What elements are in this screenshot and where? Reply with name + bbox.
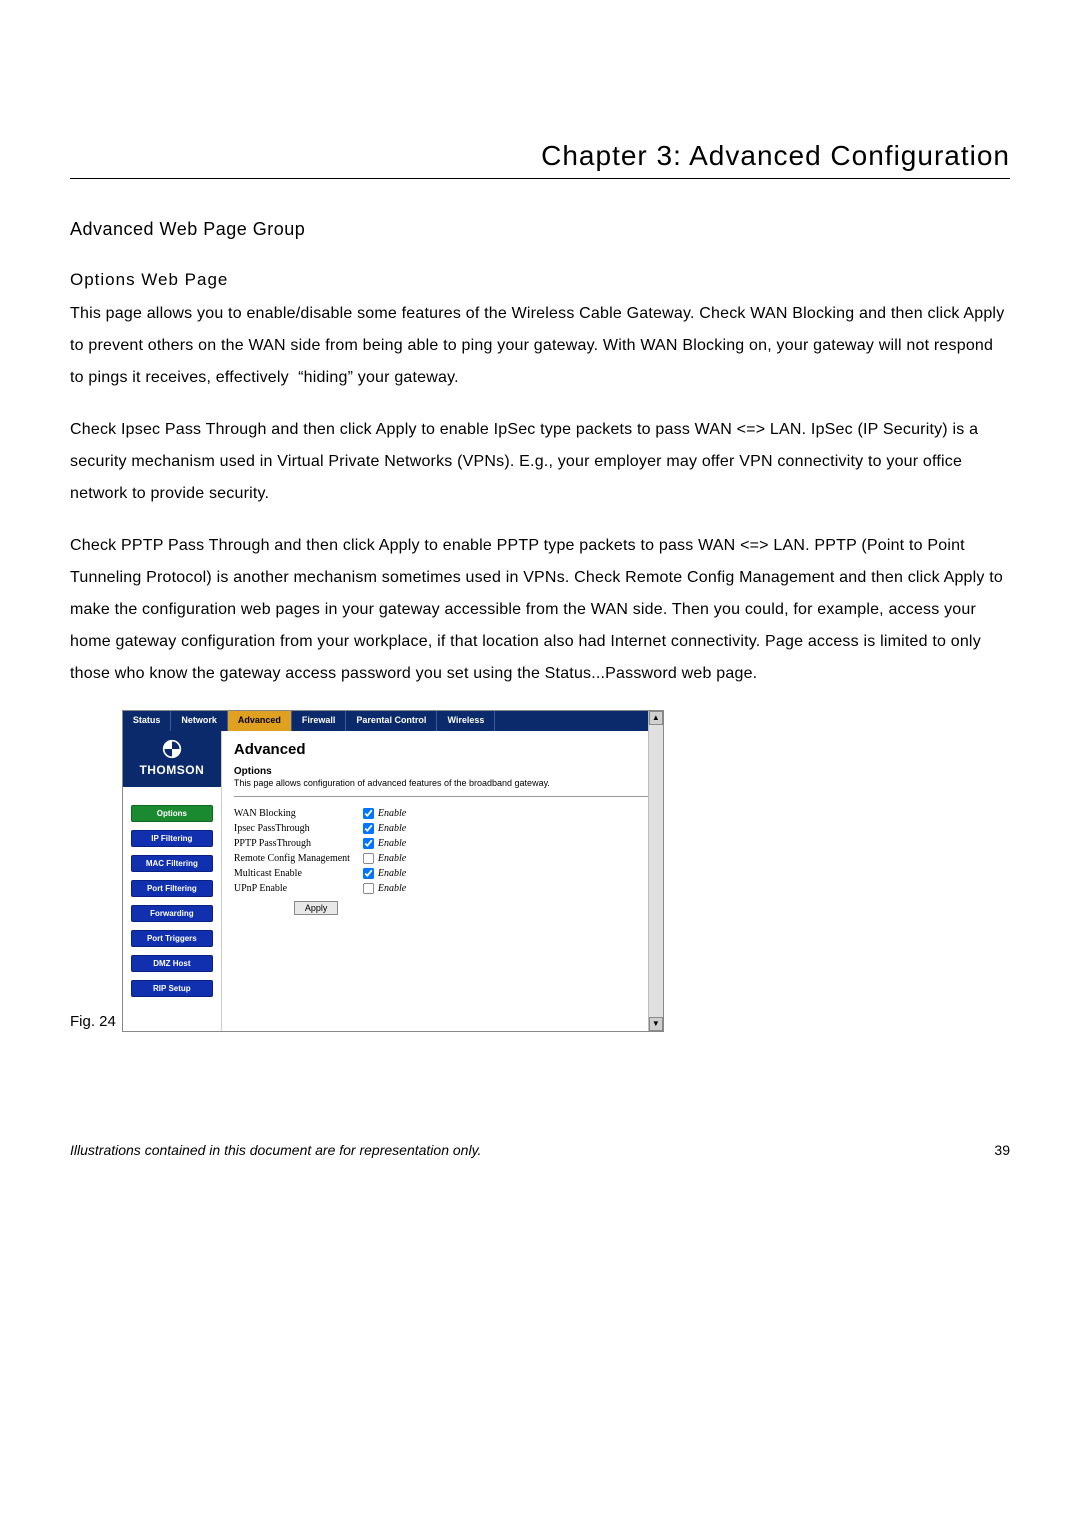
enable-text: Enable bbox=[378, 853, 406, 864]
option-checkbox-wan-blocking[interactable] bbox=[363, 808, 374, 819]
sidebar-buttons: Options IP Filtering MAC Filtering Port … bbox=[123, 787, 221, 1015]
option-label: Remote Config Management bbox=[234, 853, 362, 864]
option-label: PPTP PassThrough bbox=[234, 838, 362, 849]
router-screenshot: Status Network Advanced Firewall Parenta… bbox=[122, 710, 664, 1032]
tab-network[interactable]: Network bbox=[171, 711, 228, 731]
thomson-logo-icon bbox=[162, 739, 182, 759]
enable-text: Enable bbox=[378, 808, 406, 819]
sidebar-item-forwarding[interactable]: Forwarding bbox=[131, 905, 213, 922]
option-row: UPnP Enable Enable bbox=[234, 882, 651, 895]
panel-subtitle: Options bbox=[234, 766, 651, 777]
option-checkbox-pptp[interactable] bbox=[363, 838, 374, 849]
enable-text: Enable bbox=[378, 868, 406, 879]
tab-status[interactable]: Status bbox=[123, 711, 172, 731]
sidebar-item-options[interactable]: Options bbox=[131, 805, 213, 822]
option-row: Remote Config Management Enable bbox=[234, 852, 651, 865]
content-panel: Advanced Options This page allows config… bbox=[222, 731, 663, 1031]
options-table: WAN Blocking Enable Ipsec PassThrough En… bbox=[234, 807, 651, 915]
option-row: Ipsec PassThrough Enable bbox=[234, 822, 651, 835]
figure-wrap: Fig. 24 Status Network Advanced Firewall… bbox=[70, 710, 1010, 1032]
option-label: Multicast Enable bbox=[234, 868, 362, 879]
option-row: PPTP PassThrough Enable bbox=[234, 837, 651, 850]
body-paragraph: Check Ipsec Pass Through and then click … bbox=[70, 414, 1010, 510]
top-tabs: Status Network Advanced Firewall Parenta… bbox=[123, 711, 663, 731]
tab-firewall[interactable]: Firewall bbox=[292, 711, 347, 731]
footer-note: Illustrations contained in this document… bbox=[70, 1142, 481, 1158]
option-checkbox-upnp[interactable] bbox=[363, 883, 374, 894]
sidebar: THOMSON Options IP Filtering MAC Filteri… bbox=[123, 731, 222, 1031]
option-checkbox-remote-config[interactable] bbox=[363, 853, 374, 864]
option-label: Ipsec PassThrough bbox=[234, 823, 362, 834]
page-number: 39 bbox=[994, 1142, 1010, 1158]
subsection-heading: Options Web Page bbox=[70, 270, 1010, 290]
scroll-up-icon[interactable]: ▲ bbox=[649, 711, 663, 725]
scroll-down-icon[interactable]: ▼ bbox=[649, 1017, 663, 1031]
scrollbar[interactable]: ▲ ▼ bbox=[648, 711, 663, 1031]
document-page: Chapter 3: Advanced Configuration Advanc… bbox=[0, 0, 1080, 1218]
enable-text: Enable bbox=[378, 823, 406, 834]
tab-advanced[interactable]: Advanced bbox=[228, 711, 292, 731]
option-label: WAN Blocking bbox=[234, 808, 362, 819]
enable-text: Enable bbox=[378, 838, 406, 849]
body-paragraph: Check PPTP Pass Through and then click A… bbox=[70, 530, 1010, 690]
sidebar-item-ip-filtering[interactable]: IP Filtering bbox=[131, 830, 213, 847]
option-label: UPnP Enable bbox=[234, 883, 362, 894]
enable-text: Enable bbox=[378, 883, 406, 894]
panel-title: Advanced bbox=[234, 741, 651, 758]
tab-wireless[interactable]: Wireless bbox=[437, 711, 495, 731]
option-checkbox-multicast[interactable] bbox=[363, 868, 374, 879]
screenshot-body: THOMSON Options IP Filtering MAC Filteri… bbox=[123, 731, 663, 1031]
body-paragraph: This page allows you to enable/disable s… bbox=[70, 298, 1010, 394]
figure-label: Fig. 24 bbox=[70, 1013, 116, 1032]
tab-parental-control[interactable]: Parental Control bbox=[346, 711, 437, 731]
brand-text: THOMSON bbox=[123, 763, 221, 777]
option-checkbox-ipsec[interactable] bbox=[363, 823, 374, 834]
page-footer: Illustrations contained in this document… bbox=[70, 1142, 1010, 1158]
panel-description: This page allows configuration of advanc… bbox=[234, 778, 651, 788]
sidebar-item-port-filtering[interactable]: Port Filtering bbox=[131, 880, 213, 897]
chapter-title: Chapter 3: Advanced Configuration bbox=[70, 140, 1010, 172]
title-rule bbox=[70, 178, 1010, 179]
panel-rule bbox=[234, 796, 651, 797]
sidebar-item-port-triggers[interactable]: Port Triggers bbox=[131, 930, 213, 947]
option-row: Multicast Enable Enable bbox=[234, 867, 651, 880]
option-row: WAN Blocking Enable bbox=[234, 807, 651, 820]
section-heading: Advanced Web Page Group bbox=[70, 219, 1010, 240]
apply-button[interactable]: Apply bbox=[294, 901, 339, 915]
tabs-spacer bbox=[495, 711, 662, 731]
sidebar-item-mac-filtering[interactable]: MAC Filtering bbox=[131, 855, 213, 872]
sidebar-item-dmz-host[interactable]: DMZ Host bbox=[131, 955, 213, 972]
brand-block: THOMSON bbox=[123, 731, 221, 787]
sidebar-item-rip-setup[interactable]: RIP Setup bbox=[131, 980, 213, 997]
